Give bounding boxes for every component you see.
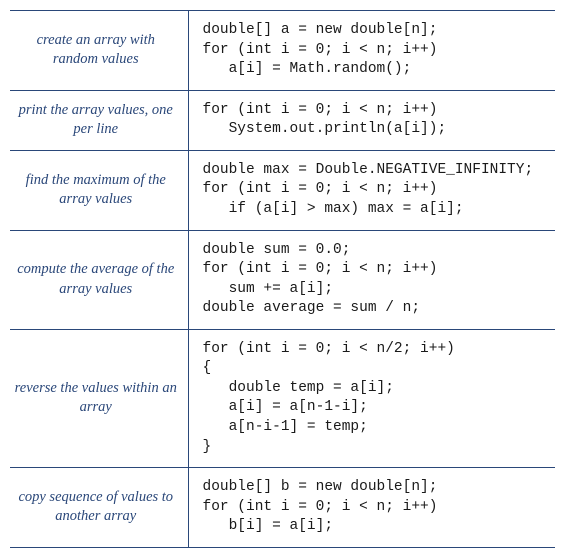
table-row: compute the average of the array values … [10,230,555,329]
code-cell: double[] b = new double[n]; for (int i =… [188,468,555,548]
table-row: reverse the values within an array for (… [10,329,555,467]
description-cell: print the array values, one per line [10,90,188,150]
table-row: print the array values, one per line for… [10,90,555,150]
description-cell: compute the average of the array values [10,230,188,329]
code-cell: for (int i = 0; i < n; i++) System.out.p… [188,90,555,150]
code-cell: double sum = 0.0; for (int i = 0; i < n;… [188,230,555,329]
description-cell: create an array with random values [10,11,188,91]
code-cell: double[] a = new double[n]; for (int i =… [188,11,555,91]
code-cell: for (int i = 0; i < n/2; i++) { double t… [188,329,555,467]
code-cell: double max = Double.NEGATIVE_INFINITY; f… [188,150,555,230]
description-cell: find the maximum of the array values [10,150,188,230]
description-cell: reverse the values within an array [10,329,188,467]
code-examples-table: create an array with random values doubl… [10,10,555,548]
table-row: create an array with random values doubl… [10,11,555,91]
table-row: find the maximum of the array values dou… [10,150,555,230]
table-row: copy sequence of values to another array… [10,468,555,548]
description-cell: copy sequence of values to another array [10,468,188,548]
